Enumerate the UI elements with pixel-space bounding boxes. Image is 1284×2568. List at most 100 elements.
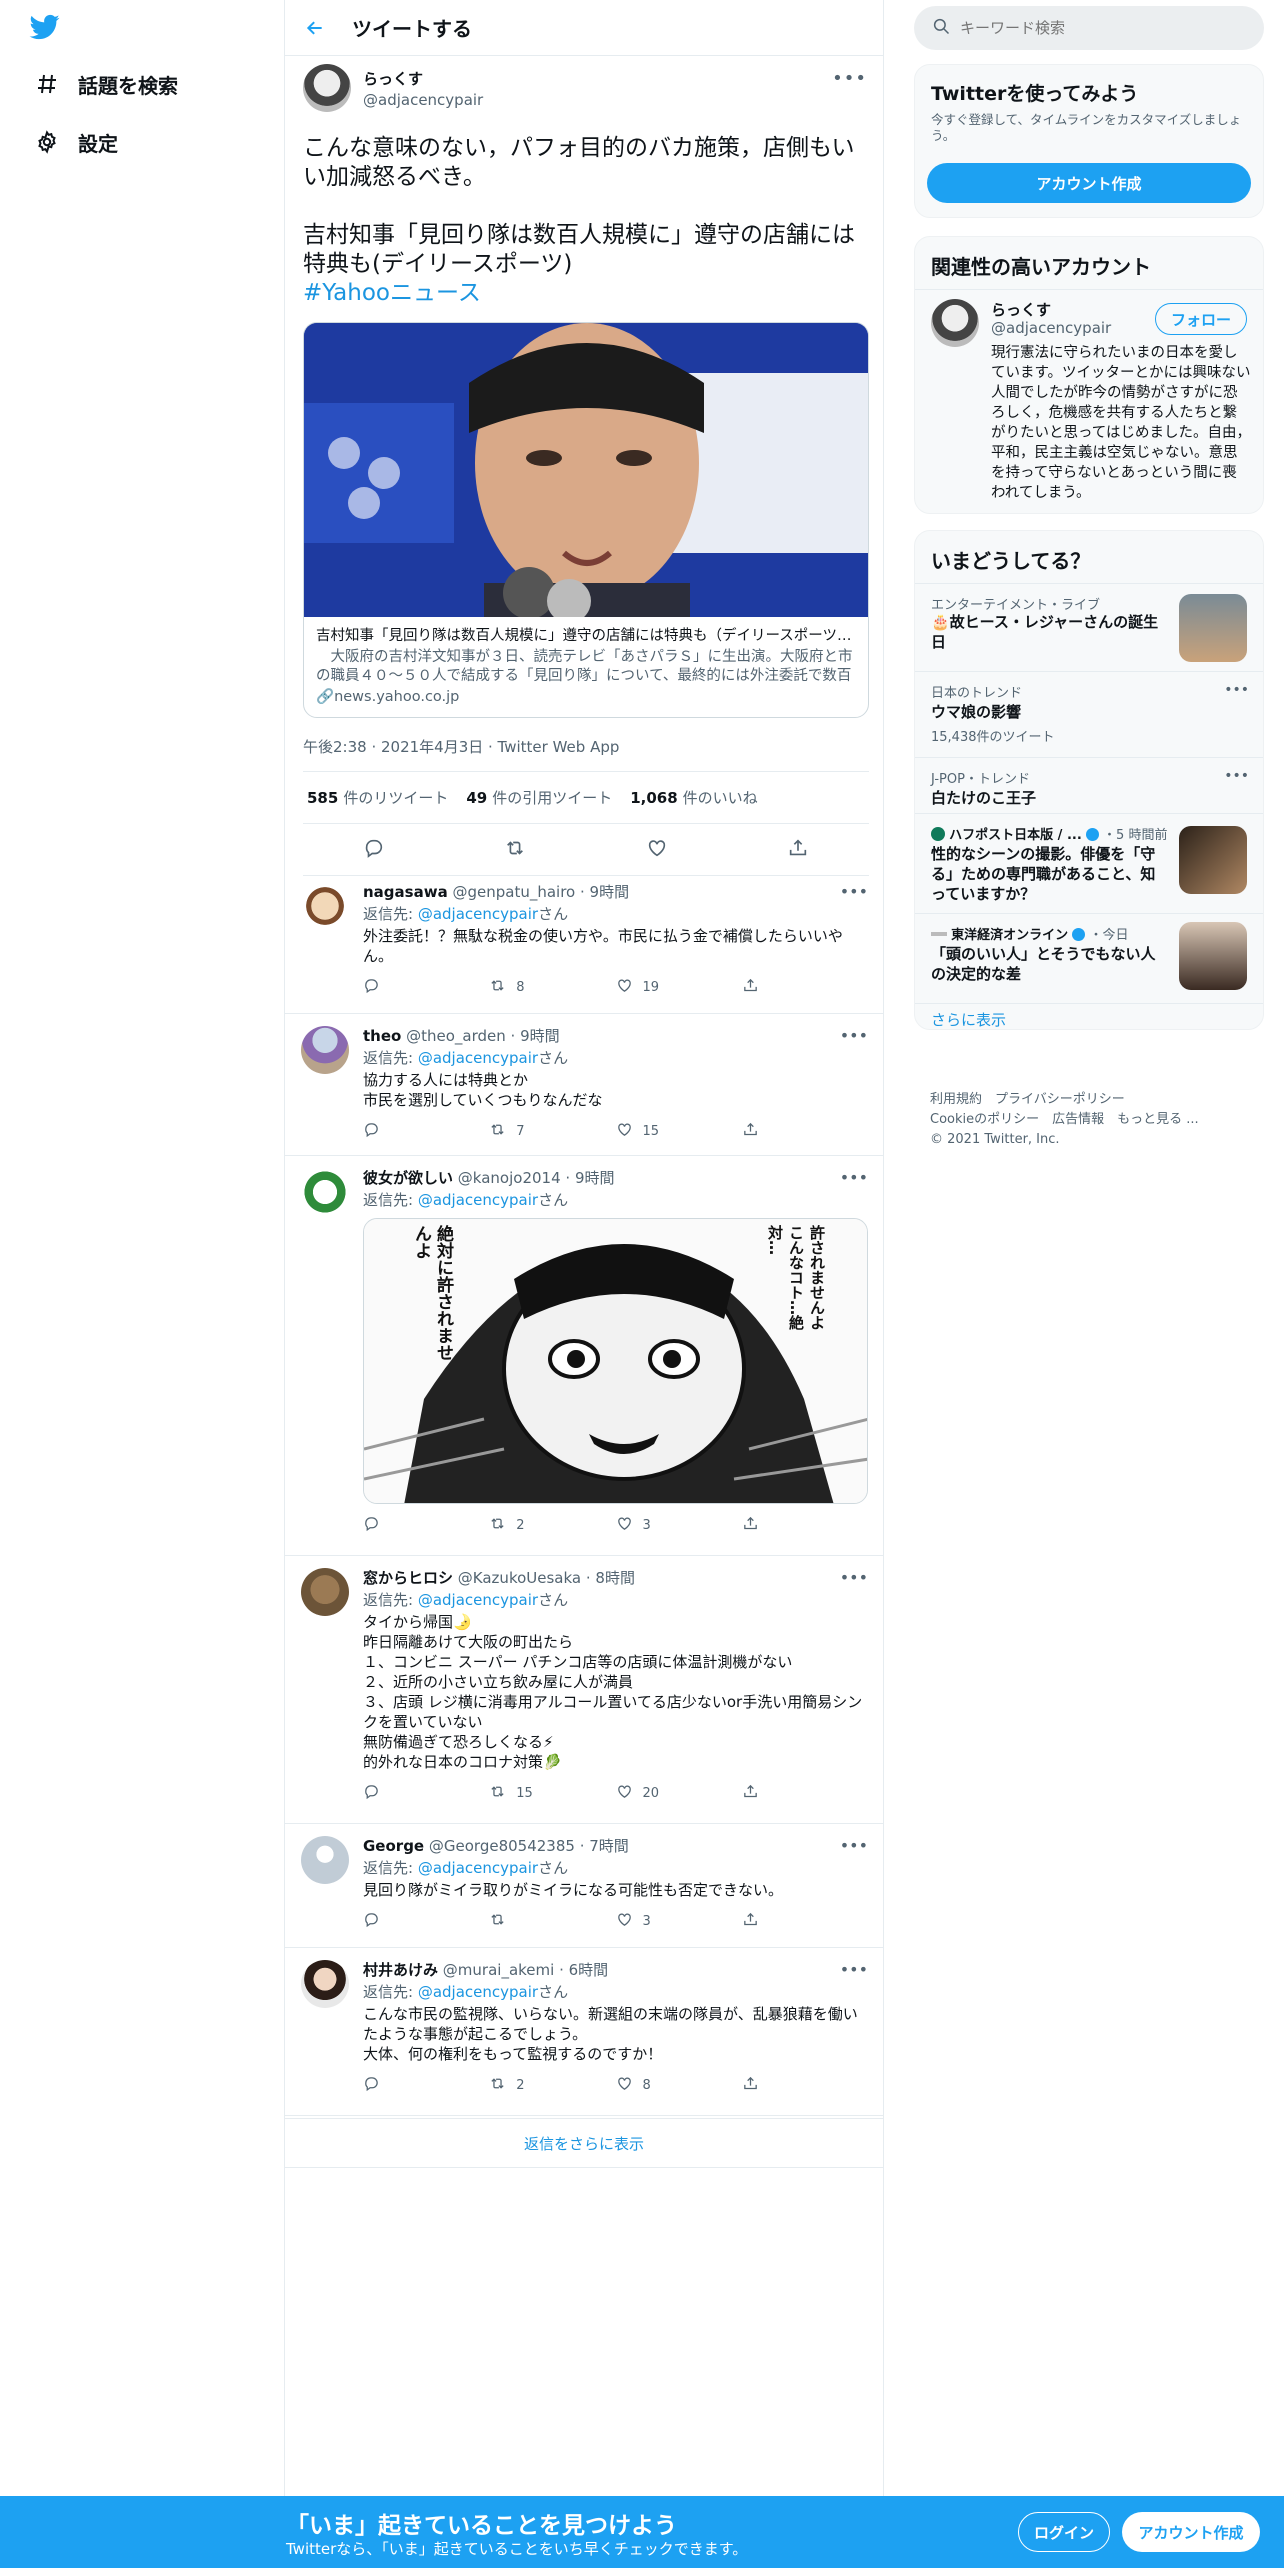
trends-show-more-link[interactable]: さらに表示 bbox=[931, 1009, 1006, 1030]
search-box[interactable] bbox=[914, 6, 1264, 50]
reply-to-link[interactable]: @adjacencypair bbox=[418, 1591, 538, 1609]
reply-time[interactable]: 7時間 bbox=[589, 1837, 629, 1855]
like-button[interactable]: 20 bbox=[616, 1783, 742, 1804]
reply-to-link[interactable]: @adjacencypair bbox=[418, 1049, 538, 1067]
retweet-button[interactable] bbox=[489, 1911, 615, 1932]
more-icon[interactable]: ••• bbox=[840, 1568, 868, 1587]
reply-tweet[interactable]: 彼女が欲しい @kanojo2014 · 9時間 ••• 返信先: @adjacen… bbox=[285, 1156, 883, 1556]
reply-button[interactable] bbox=[363, 1121, 489, 1142]
more-icon[interactable]: ••• bbox=[840, 1168, 868, 1187]
related-handle[interactable]: @adjacencypair bbox=[991, 319, 1111, 337]
quote-label[interactable]: 件の引用ツイート bbox=[492, 787, 612, 808]
reply-time[interactable]: 8時間 bbox=[595, 1569, 635, 1587]
search-input[interactable] bbox=[960, 19, 1240, 37]
like-button[interactable]: 3 bbox=[616, 1911, 742, 1932]
trend-item[interactable]: エンターテイメント・ライブ 🎂故ヒース・レジャーさんの誕生日 bbox=[915, 583, 1263, 671]
retweet-button[interactable]: 8 bbox=[489, 977, 615, 998]
more-icon[interactable]: ••• bbox=[840, 1836, 868, 1855]
reply-author-name[interactable]: nagasawa bbox=[363, 883, 448, 901]
reply-icon[interactable] bbox=[363, 837, 385, 863]
footer-links-2[interactable]: Cookieのポリシー 広告情報 もっと見る ... bbox=[930, 1110, 1199, 1129]
reply-time[interactable]: 6時間 bbox=[569, 1961, 609, 1979]
trend-item[interactable]: 東洋経済オンライン ・今日 「頭のいい人」とそうでもない人の決定的な差 bbox=[915, 913, 1263, 1003]
more-icon[interactable]: ••• bbox=[1224, 682, 1249, 698]
reply-button[interactable] bbox=[363, 1783, 489, 1804]
reply-button[interactable] bbox=[363, 1911, 489, 1932]
show-more-replies-link[interactable]: 返信をさらに表示 bbox=[285, 2118, 883, 2168]
more-icon[interactable]: ••• bbox=[840, 1026, 868, 1045]
avatar[interactable] bbox=[301, 882, 349, 930]
reply-time[interactable]: 9時間 bbox=[575, 1169, 615, 1187]
trend-item[interactable]: ハフポスト日本版 / ... ・5 時間前 性的なシーンの撮影。俳優を「守る」た… bbox=[915, 813, 1263, 913]
like-count[interactable]: 1,068 bbox=[630, 789, 677, 807]
retweet-icon[interactable] bbox=[504, 837, 526, 863]
reply-time[interactable]: 9時間 bbox=[520, 1027, 560, 1045]
like-label[interactable]: 件のいいね bbox=[683, 787, 758, 808]
signup-button[interactable]: アカウント作成 bbox=[1122, 2512, 1260, 2552]
avatar[interactable] bbox=[301, 1168, 349, 1216]
retweet-label[interactable]: 件のリツイート bbox=[343, 787, 448, 808]
twitter-logo-icon[interactable] bbox=[28, 12, 68, 44]
reply-image[interactable]: 絶対に許されませんよ 許されませんよこんなコト…絶対… bbox=[363, 1218, 868, 1504]
share-button[interactable] bbox=[742, 1121, 868, 1142]
back-arrow-icon[interactable] bbox=[300, 13, 330, 43]
reply-button[interactable] bbox=[363, 2075, 489, 2096]
reply-to-link[interactable]: @adjacencypair bbox=[418, 1191, 538, 1209]
author-handle[interactable]: @adjacencypair bbox=[363, 91, 483, 109]
reply-button[interactable] bbox=[363, 977, 489, 998]
share-button[interactable] bbox=[742, 1783, 868, 1804]
footer-links-1[interactable]: 利用規約 プライバシーポリシー bbox=[930, 1090, 1125, 1109]
reply-button[interactable] bbox=[363, 1515, 489, 1536]
create-account-button[interactable]: アカウント作成 bbox=[927, 163, 1251, 203]
share-button[interactable] bbox=[742, 977, 868, 998]
reply-author-handle[interactable]: @genpatu_hairo bbox=[452, 883, 575, 901]
more-icon[interactable]: ••• bbox=[840, 882, 868, 901]
like-button[interactable]: 3 bbox=[616, 1515, 742, 1536]
quote-count[interactable]: 49 bbox=[466, 789, 487, 807]
follow-button[interactable]: フォロー bbox=[1155, 303, 1247, 335]
reply-tweet[interactable]: nagasawa @genpatu_hairo · 9時間 ••• 返信先: @ad… bbox=[285, 870, 883, 1014]
more-icon[interactable]: ••• bbox=[840, 1960, 868, 1979]
trend-item[interactable]: J-POP・トレンド 白たけのこ王子 ••• bbox=[915, 757, 1263, 813]
retweet-button[interactable]: 2 bbox=[489, 1515, 615, 1536]
nav-settings[interactable]: 設定 bbox=[34, 124, 118, 160]
like-button[interactable]: 15 bbox=[616, 1121, 742, 1142]
avatar[interactable] bbox=[301, 1026, 349, 1074]
avatar[interactable] bbox=[303, 64, 351, 112]
reply-author-handle[interactable]: @kanojo2014 bbox=[458, 1169, 561, 1187]
share-button[interactable] bbox=[742, 1911, 868, 1932]
reply-author-handle[interactable]: @George80542385 bbox=[429, 1837, 575, 1855]
avatar[interactable] bbox=[301, 1568, 349, 1616]
hashtag-link[interactable]: #Yahooニュース bbox=[303, 279, 867, 308]
related-name[interactable]: らっくす bbox=[991, 299, 1051, 320]
avatar[interactable] bbox=[301, 1960, 349, 2008]
reply-author-name[interactable]: 村井あけみ bbox=[363, 1961, 438, 1979]
avatar[interactable] bbox=[301, 1836, 349, 1884]
reply-author-handle[interactable]: @murai_akemi bbox=[443, 1961, 555, 1979]
reply-to-link[interactable]: @adjacencypair bbox=[418, 1859, 538, 1877]
more-icon[interactable]: ••• bbox=[832, 68, 867, 89]
trend-item[interactable]: 日本のトレンド ウマ娘の影響 15,438件のツイート ••• bbox=[915, 671, 1263, 757]
share-button[interactable] bbox=[742, 2075, 868, 2096]
reply-tweet[interactable]: theo @theo_arden · 9時間 ••• 返信先: @adjacency… bbox=[285, 1014, 883, 1156]
reply-author-name[interactable]: 窓からヒロシ bbox=[363, 1569, 453, 1587]
retweet-button[interactable]: 15 bbox=[489, 1783, 615, 1804]
reply-time[interactable]: 9時間 bbox=[590, 883, 630, 901]
reply-to-link[interactable]: @adjacencypair bbox=[418, 905, 538, 923]
link-card[interactable]: 吉村知事「見回り隊は数百人規模に」遵守の店舗には特典も（デイリースポーツ） - … bbox=[303, 322, 869, 718]
reply-to-link[interactable]: @adjacencypair bbox=[418, 1983, 538, 2001]
share-button[interactable] bbox=[742, 1515, 868, 1536]
reply-author-name[interactable]: 彼女が欲しい bbox=[363, 1169, 453, 1187]
like-button[interactable]: 8 bbox=[616, 2075, 742, 2096]
reply-author-handle[interactable]: @KazukoUesaka bbox=[458, 1569, 581, 1587]
retweet-count[interactable]: 585 bbox=[307, 789, 338, 807]
reply-author-name[interactable]: George bbox=[363, 1837, 424, 1855]
reply-tweet[interactable]: George @George80542385 · 7時間 ••• 返信先: @adj… bbox=[285, 1824, 883, 1948]
nav-explore[interactable]: 話題を検索 bbox=[34, 66, 178, 102]
related-avatar[interactable] bbox=[931, 299, 979, 347]
retweet-button[interactable]: 2 bbox=[489, 2075, 615, 2096]
login-button[interactable]: ログイン bbox=[1018, 2512, 1110, 2552]
share-icon[interactable] bbox=[787, 837, 809, 863]
author-name[interactable]: らっくす bbox=[363, 68, 483, 89]
like-button[interactable]: 19 bbox=[616, 977, 742, 998]
